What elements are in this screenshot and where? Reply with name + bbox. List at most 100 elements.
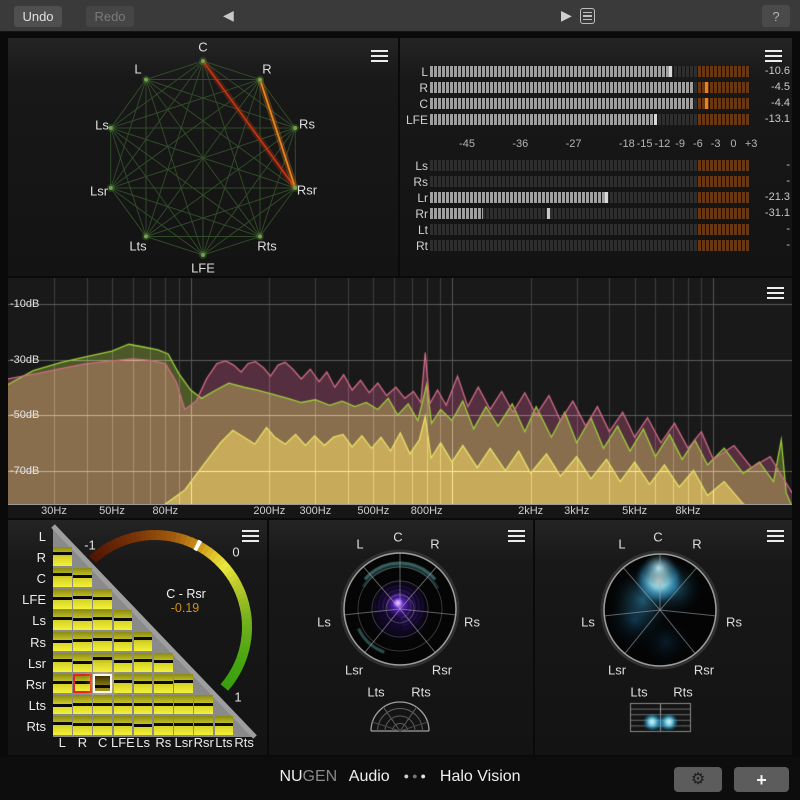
matrix-cell-Lsr-Rsr[interactable] (174, 674, 193, 693)
matrix-cell-LFE-Rts[interactable] (114, 716, 133, 735)
freq-axis-label: 500Hz (357, 505, 389, 517)
matrix-row-label-R: R (8, 550, 46, 565)
level-meters-panel: L-10.6R-4.5C-4.4LFE-13.1Ls-Rs-Lr-21.3Rr-… (400, 38, 792, 276)
matrix-cell-LFE-Rs[interactable] (114, 632, 133, 651)
matrix-cell-L-Rsr[interactable] (53, 674, 72, 693)
matrix-cell-R-Lsr[interactable] (73, 653, 92, 672)
selected-pair-label: C - Rsr (166, 587, 206, 601)
skip-back-icon[interactable]: ◀ (223, 7, 234, 24)
matrix-cell-R-Rts[interactable] (73, 716, 92, 735)
matrix-row-label-Ls: Ls (8, 613, 46, 628)
matrix-cell-LFE-Lsr[interactable] (114, 653, 133, 672)
meter-label-Rs: Rs (400, 175, 428, 189)
matrix-cell-R-C[interactable] (73, 568, 92, 587)
matrix-row-label-L: L (8, 529, 46, 544)
matrix-cell-Rs-Lsr[interactable] (154, 653, 173, 672)
add-module-button[interactable]: + (734, 767, 789, 792)
gauge-min-label: -1 (84, 538, 96, 553)
matrix-cell-Rs-Rsr[interactable] (154, 674, 173, 693)
matrix-col-label-Lsr: Lsr (174, 735, 192, 750)
matrix-cell-C-Rs[interactable] (93, 632, 112, 651)
matrix-row-label-Rts: Rts (8, 719, 46, 734)
playlist-icon[interactable] (580, 8, 595, 24)
scope1-menu-icon[interactable] (508, 530, 525, 542)
matrix-cell-LFE-Ls[interactable] (114, 610, 133, 629)
surround-scope-panel: CLRLsRsLsrRsrLtsRts (269, 520, 533, 755)
correlation-web-diagram (8, 38, 398, 276)
matrix-menu-icon[interactable] (242, 530, 259, 542)
matrix-col-label-Rsr: Rsr (194, 735, 214, 750)
matrix-cell-Ls-Lsr[interactable] (134, 653, 153, 672)
meters-menu-icon[interactable] (765, 50, 782, 62)
matrix-cell-LFE-Rsr[interactable] (114, 674, 133, 693)
meter-value-LFE: -13.1 (748, 113, 790, 125)
play-icon[interactable]: ▶ (561, 7, 572, 24)
matrix-cell-C-Ls[interactable] (93, 610, 112, 629)
settings-button[interactable]: ⚙ (674, 767, 722, 792)
meter-value-L: -10.6 (748, 65, 790, 77)
matrix-cell-R-Rsr[interactable] (73, 674, 92, 693)
matrix-cell-C-LFE[interactable] (93, 589, 112, 608)
meter-bar-Rr (430, 208, 750, 219)
matrix-cell-Rs-Lts[interactable] (154, 695, 173, 714)
matrix-cell-Ls-Rs[interactable] (134, 632, 153, 651)
matrix-cell-C-Lsr[interactable] (93, 653, 112, 672)
matrix-cell-R-Rs[interactable] (73, 632, 92, 651)
matrix-cell-C-Rts[interactable] (93, 716, 112, 735)
matrix-cell-L-R[interactable] (53, 547, 72, 566)
matrix-cell-R-Ls[interactable] (73, 610, 92, 629)
plugin-window: Undo Redo ◀ ▶ ? CRRsRsrRtsLFELtsLsrLsL L… (0, 0, 800, 800)
spectrum-plot (8, 278, 792, 504)
redo-button[interactable]: Redo (86, 6, 134, 27)
meter-scale-tick: -45 (459, 138, 475, 150)
meter-label-L: L (400, 65, 428, 79)
matrix-cell-Ls-Lts[interactable] (134, 695, 153, 714)
undo-button[interactable]: Undo (14, 6, 62, 27)
gauge-max-label: 1 (234, 690, 241, 705)
matrix-cell-Lsr-Rts[interactable] (174, 716, 193, 735)
meter-label-Rt: Rt (400, 239, 428, 253)
meter-scale-tick: -27 (566, 138, 582, 150)
matrix-cell-L-Rts[interactable] (53, 716, 72, 735)
matrix-cell-L-Ls[interactable] (53, 610, 72, 629)
matrix-cell-L-C[interactable] (53, 568, 72, 587)
matrix-col-label-R: R (78, 735, 87, 750)
matrix-cell-C-Lts[interactable] (93, 695, 112, 714)
matrix-cell-LFE-Lts[interactable] (114, 695, 133, 714)
matrix-row-label-LFE: LFE (8, 592, 46, 607)
matrix-cell-Rsr-Rts[interactable] (194, 716, 213, 735)
matrix-cell-L-LFE[interactable] (53, 589, 72, 608)
spectrum-menu-icon[interactable] (767, 287, 784, 299)
matrix-cell-Rs-Rts[interactable] (154, 716, 173, 735)
matrix-cell-Lts-Rts[interactable] (215, 716, 234, 735)
matrix-cell-R-LFE[interactable] (73, 589, 92, 608)
freq-axis-label: 300Hz (299, 505, 331, 517)
plus-icon: + (756, 770, 767, 790)
surround-energy-display (535, 520, 792, 755)
matrix-cell-Ls-Rts[interactable] (134, 716, 153, 735)
matrix-cell-R-Lts[interactable] (73, 695, 92, 714)
web-menu-icon[interactable] (371, 50, 388, 62)
brand-gen: GEN (303, 768, 338, 785)
matrix-cell-Lsr-Lts[interactable] (174, 695, 193, 714)
matrix-row-label-Rs: Rs (8, 635, 46, 650)
meter-scale-tick: -9 (675, 138, 685, 150)
scope2-menu-icon[interactable] (767, 530, 784, 542)
meter-label-LFE: LFE (400, 113, 428, 127)
matrix-cell-L-Lts[interactable] (53, 695, 72, 714)
matrix-col-label-Rs: Rs (155, 735, 171, 750)
freq-axis-label: 50Hz (99, 505, 125, 517)
meter-scale-tick: +3 (745, 138, 758, 150)
matrix-cell-L-Rs[interactable] (53, 632, 72, 651)
help-button[interactable]: ? (762, 5, 790, 27)
freq-axis-label: 800Hz (411, 505, 443, 517)
meter-bar-Rt (430, 240, 750, 251)
matrix-cell-L-Lsr[interactable] (53, 653, 72, 672)
meter-scale-tick: 0 (730, 138, 736, 150)
surround-energy-panel: CLRLsRsLsrRsrLtsRts (535, 520, 792, 755)
matrix-cell-C-Rsr[interactable] (93, 674, 112, 693)
meter-value-Rr: -31.1 (748, 207, 790, 219)
correlation-web-panel: CRRsRsrRtsLFELtsLsrLsL (8, 38, 398, 276)
matrix-cell-Rsr-Lts[interactable] (194, 695, 213, 714)
matrix-cell-Ls-Rsr[interactable] (134, 674, 153, 693)
